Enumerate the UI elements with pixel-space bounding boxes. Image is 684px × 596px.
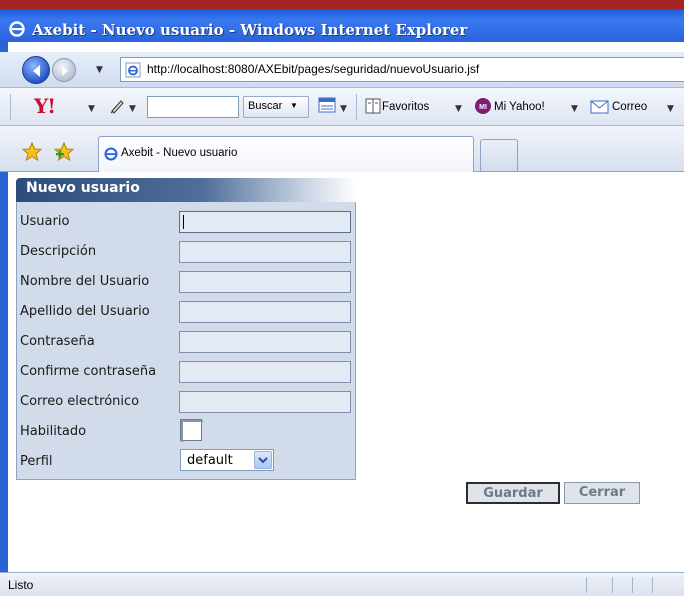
title-bar: Axebit - Nuevo usuario - Windows Interne…	[0, 0, 684, 42]
perfil-selected-value: default	[187, 453, 233, 468]
favorites-book-icon	[365, 98, 381, 114]
correo-dropdown-icon[interactable]: ▼	[667, 104, 674, 114]
back-arrow-icon	[33, 65, 40, 77]
nombre-input[interactable]	[179, 271, 351, 293]
favoritos-button[interactable]: Favoritos	[382, 101, 429, 113]
new-tab-button[interactable]	[480, 139, 518, 171]
status-text: Listo	[8, 578, 34, 592]
confirme-contrasena-input[interactable]	[179, 361, 351, 383]
status-divider	[586, 577, 587, 593]
correo-label: Correo electrónico	[20, 394, 140, 409]
tab-axebit-nuevo-usuario[interactable]: Axebit - Nuevo usuario	[98, 136, 474, 172]
mi-yahoo-button[interactable]: Mi Yahoo!	[494, 101, 545, 113]
mi-yahoo-dropdown-icon[interactable]: ▼	[571, 104, 578, 114]
search-button[interactable]: Buscar ▼	[243, 96, 309, 118]
toolbar-search-input[interactable]	[147, 96, 239, 118]
correo-input[interactable]	[179, 391, 351, 413]
apellido-input[interactable]	[179, 301, 351, 323]
layout-dropdown-icon[interactable]: ▼	[340, 104, 347, 114]
forward-arrow-icon	[62, 66, 68, 76]
window-title: Axebit - Nuevo usuario - Windows Interne…	[32, 21, 468, 39]
cerrar-button[interactable]: Cerrar	[564, 482, 640, 504]
history-dropdown-icon[interactable]: ▼	[96, 65, 103, 75]
status-divider	[652, 577, 653, 593]
highlighter-icon[interactable]	[108, 96, 128, 116]
form-header: Nuevo usuario	[16, 178, 356, 202]
nombre-label: Nombre del Usuario	[20, 274, 150, 289]
svg-text:MI: MI	[479, 104, 487, 111]
address-input[interactable]: http://localhost:8080/AXEbit/pages/segur…	[120, 57, 684, 82]
status-bar: Listo	[0, 572, 684, 596]
chevron-down-icon[interactable]	[254, 451, 272, 469]
mail-envelope-icon	[590, 100, 609, 114]
descripcion-label: Descripción	[20, 244, 97, 259]
toolbar-grip	[10, 94, 11, 120]
toolbar-separator	[356, 94, 357, 120]
habilitado-checkbox[interactable]	[180, 419, 203, 442]
contrasena-input[interactable]	[179, 331, 351, 353]
contrasena-label: Contraseña	[20, 334, 95, 349]
usuario-input[interactable]	[179, 211, 351, 233]
perfil-label: Perfil	[20, 454, 53, 469]
status-divider	[632, 577, 633, 593]
highlighter-dropdown-icon[interactable]: ▼	[129, 104, 136, 114]
yahoo-logo[interactable]: Y!	[34, 94, 56, 118]
apellido-label: Apellido del Usuario	[20, 304, 150, 319]
descripcion-input[interactable]	[179, 241, 351, 263]
confirme-contrasena-label: Confirme contraseña	[20, 364, 157, 379]
perfil-select[interactable]: default	[180, 449, 274, 471]
url-text: http://localhost:8080/AXEbit/pages/segur…	[147, 62, 480, 76]
usuario-label: Usuario	[20, 214, 70, 229]
my-yahoo-icon: MI	[475, 98, 491, 114]
back-button[interactable]	[22, 56, 50, 84]
search-button-label: Buscar	[248, 100, 283, 112]
forward-button[interactable]	[52, 58, 76, 82]
favoritos-dropdown-icon[interactable]: ▼	[455, 104, 462, 114]
habilitado-label: Habilitado	[20, 424, 87, 439]
page-ie-icon	[125, 62, 141, 78]
favorites-star-icon[interactable]	[22, 142, 42, 162]
add-favorite-icon[interactable]	[54, 142, 74, 162]
search-dropdown-icon[interactable]: ▼	[290, 101, 298, 110]
guardar-button[interactable]: Guardar	[466, 482, 560, 504]
form-title: Nuevo usuario	[26, 180, 140, 196]
layout-menu-icon[interactable]	[318, 97, 338, 115]
tab-label: Axebit - Nuevo usuario	[121, 147, 238, 159]
yahoo-menu-dropdown-icon[interactable]: ▼	[88, 104, 95, 114]
correo-button[interactable]: Correo	[612, 101, 647, 113]
status-divider	[612, 577, 613, 593]
tab-ie-icon	[104, 147, 118, 161]
internet-explorer-icon	[9, 21, 25, 37]
